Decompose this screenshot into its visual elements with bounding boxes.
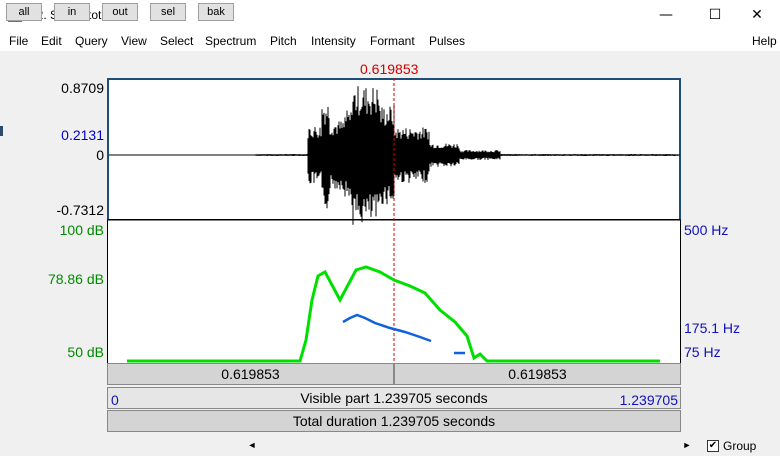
selection-left-bar[interactable]: 0.619853 [107,363,394,385]
visible-end-label: 1.239705 [619,392,678,408]
zoom-out-button[interactable]: out [102,3,138,21]
total-duration-label: Total duration 1.239705 seconds [292,413,496,429]
zoom-all-button[interactable]: all [6,3,42,21]
visible-part-bar[interactable]: 0 Visible part 1.239705 seconds 1.239705 [107,387,681,409]
selection-left-label: 0.619853 [221,366,280,382]
selection-right-bar[interactable]: 0.619853 [394,363,681,385]
group-label: Group [723,439,757,453]
visible-start-label: 0 [111,392,119,408]
total-duration-bar[interactable]: Total duration 1.239705 seconds [107,410,681,432]
zoom-back-button[interactable]: bak [198,3,234,21]
praat-sound-window: 72. Sound tote — ☐ ✕ File Edit Query Vie… [0,0,780,456]
zoom-selection-button[interactable]: sel [150,3,186,21]
visible-part-label: Visible part 1.239705 seconds [300,390,488,406]
selection-right-label: 0.619853 [508,366,567,382]
zoom-in-button[interactable]: in [54,3,90,21]
group-checkbox[interactable]: ✔ [707,440,719,452]
scroll-left-arrow-icon[interactable]: ◄ [246,437,258,454]
horizontal-scrollbar[interactable] [258,437,680,454]
pitch-curve [342,313,432,343]
scroll-right-arrow-icon[interactable]: ► [681,437,693,454]
